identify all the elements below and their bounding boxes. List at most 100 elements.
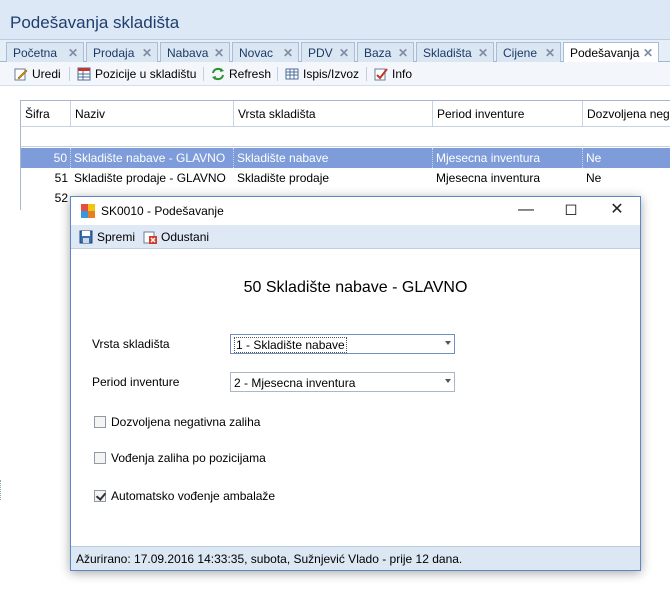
minimize-button[interactable]: — <box>511 200 541 222</box>
close-icon[interactable]: ✕ <box>545 46 555 60</box>
print-export-label: Ispis/Izvoz <box>303 67 360 81</box>
close-icon[interactable]: ✕ <box>214 46 224 60</box>
record-heading: 50 Skladište nabave - GLAVNO <box>243 279 468 296</box>
column-header-sifra[interactable]: Šifra <box>21 101 71 127</box>
chevron-down-icon[interactable] <box>445 341 451 345</box>
tab-pocetna[interactable]: Početna ✕ <box>6 42 84 62</box>
cell-dozvoljena: Ne <box>583 148 670 168</box>
tab-label: Nabava <box>167 46 209 60</box>
cell-vrsta: Skladište prodaje <box>237 171 330 185</box>
period-select[interactable]: 2 - Mjesecna inventura <box>230 372 455 392</box>
grid-icon <box>77 67 91 81</box>
cell-vrsta: Skladište nabave <box>234 148 433 168</box>
checkbox-label: Dozvoljena negativna zaliha <box>111 415 261 429</box>
refresh-button[interactable]: Refresh <box>211 65 271 83</box>
vrsta-label: Vrsta skladišta <box>92 337 170 351</box>
column-header-period[interactable]: Period inventure <box>433 101 583 127</box>
tab-label: Početna <box>13 46 58 60</box>
tab-skladista[interactable]: Skladišta ✕ <box>416 42 494 62</box>
close-icon[interactable]: ✕ <box>142 46 152 60</box>
settings-dialog: SK0010 - Podešavanje — ◻ ✕ Spremi Odusta… <box>70 196 641 571</box>
save-button[interactable]: Spremi <box>79 228 135 246</box>
dialog-body: 50 Skladište nabave - GLAVNO Vrsta sklad… <box>71 249 640 546</box>
edit-icon <box>14 67 28 81</box>
column-header-vrsta[interactable]: Vrsta skladišta <box>234 101 433 127</box>
checkbox-packaging[interactable]: Automatsko vođenje ambalaže <box>94 489 275 503</box>
tab-podesavanja[interactable]: Podešavanja ✕ <box>563 42 659 63</box>
splitter-handle[interactable] <box>0 480 3 500</box>
tab-pdv[interactable]: PDV ✕ <box>301 42 355 62</box>
toolbar-divider <box>366 67 367 81</box>
refresh-label: Refresh <box>229 67 272 81</box>
warehouse-grid: Šifra Naziv Vrsta skladišta Period inven… <box>20 100 670 210</box>
tab-label: Baza <box>364 46 392 60</box>
table-icon <box>285 67 299 81</box>
status-bar: Ažurirano: 17.09.2016 14:33:35, subota, … <box>71 546 640 570</box>
grid-filter-row[interactable] <box>21 127 670 147</box>
print-export-button[interactable]: Ispis/Izvoz <box>285 65 359 83</box>
table-row[interactable]: 51 Skladište prodaje - GLAVNO Skladište … <box>21 168 670 188</box>
edit-button[interactable]: Uredi <box>14 65 61 83</box>
edit-label: Uredi <box>32 67 61 81</box>
app-title: Podešavanja skladišta <box>10 13 180 32</box>
tab-label: PDV <box>308 46 333 60</box>
cell-sifra: 50 <box>21 148 71 168</box>
cell-sifra: 52 <box>54 191 68 205</box>
chevron-down-icon[interactable] <box>445 379 451 383</box>
info-icon <box>374 67 388 81</box>
close-button[interactable]: ✕ <box>602 200 632 222</box>
refresh-icon <box>211 67 225 81</box>
close-icon[interactable]: ✕ <box>478 46 488 60</box>
tab-label: Skladišta <box>423 46 472 60</box>
checkbox-position-tracking[interactable]: Vođenja zaliha po pozicijama <box>94 451 266 465</box>
status-text: Ažurirano: 17.09.2016 14:33:35, subota, … <box>76 552 463 566</box>
info-label: Info <box>392 67 413 81</box>
maximize-button[interactable]: ◻ <box>556 200 586 222</box>
positions-button[interactable]: Pozicije u skladištu <box>77 65 196 83</box>
dialog-toolbar: Spremi Odustani <box>71 225 640 249</box>
tab-prodaja[interactable]: Prodaja ✕ <box>86 42 158 62</box>
checkbox[interactable] <box>94 490 106 502</box>
table-row[interactable]: 50 Skladište nabave - GLAVNO Skladište n… <box>21 148 670 168</box>
maximize-icon: ◻ <box>564 201 578 218</box>
period-label: Period inventure <box>92 375 180 389</box>
tab-label: Prodaja <box>93 46 135 60</box>
tab-label: Podešavanja <box>570 46 640 60</box>
toolbar-divider <box>277 67 278 81</box>
grid-header: Šifra Naziv Vrsta skladišta Period inven… <box>21 101 670 127</box>
tab-strip: Početna ✕ Prodaja ✕ Nabava ✕ Novac ✕ PDV… <box>0 40 670 63</box>
app-title-bar: Podešavanja skladišta <box>0 0 670 40</box>
checkbox[interactable] <box>94 452 106 464</box>
cell-naziv: Skladište prodaje - GLAVNO <box>74 171 226 185</box>
vrsta-select[interactable]: 1 - Skladište nabave <box>230 334 455 354</box>
close-icon[interactable]: ✕ <box>283 46 293 60</box>
info-button[interactable]: Info <box>374 65 412 83</box>
minimize-icon: — <box>518 201 534 218</box>
close-icon: ✕ <box>610 201 624 218</box>
save-icon <box>79 230 93 244</box>
checkbox-label: Automatsko vođenje ambalaže <box>111 489 276 503</box>
checkbox[interactable] <box>94 416 106 428</box>
cancel-icon <box>143 230 157 244</box>
tab-label: Cijene <box>503 46 538 60</box>
cancel-button[interactable]: Odustani <box>143 228 209 246</box>
tab-nabava[interactable]: Nabava ✕ <box>160 42 230 62</box>
close-icon[interactable]: ✕ <box>339 46 349 60</box>
cell-period: Mjesecna inventura <box>433 148 583 168</box>
app-icon <box>81 204 95 221</box>
cell-sifra: 51 <box>54 171 68 185</box>
column-header-dozvoljena[interactable]: Dozvoljena negat <box>583 101 670 127</box>
cell-dozvoljena: Ne <box>586 171 602 185</box>
checkbox-negative-stock[interactable]: Dozvoljena negativna zaliha <box>94 415 260 429</box>
tab-baza[interactable]: Baza ✕ <box>357 42 414 62</box>
close-icon[interactable]: ✕ <box>398 46 408 60</box>
vrsta-value: 1 - Skladište nabave <box>234 337 347 353</box>
tab-novac[interactable]: Novac ✕ <box>232 42 299 62</box>
close-icon[interactable]: ✕ <box>68 46 78 60</box>
close-icon[interactable]: ✕ <box>643 46 653 60</box>
dialog-title-bar[interactable]: SK0010 - Podešavanje — ◻ ✕ <box>71 197 640 225</box>
column-header-naziv[interactable]: Naziv <box>71 101 234 127</box>
tab-cijene[interactable]: Cijene ✕ <box>496 42 561 62</box>
period-value: 2 - Mjesecna inventura <box>234 376 356 390</box>
cell-naziv: Skladište nabave - GLAVNO <box>71 148 234 168</box>
